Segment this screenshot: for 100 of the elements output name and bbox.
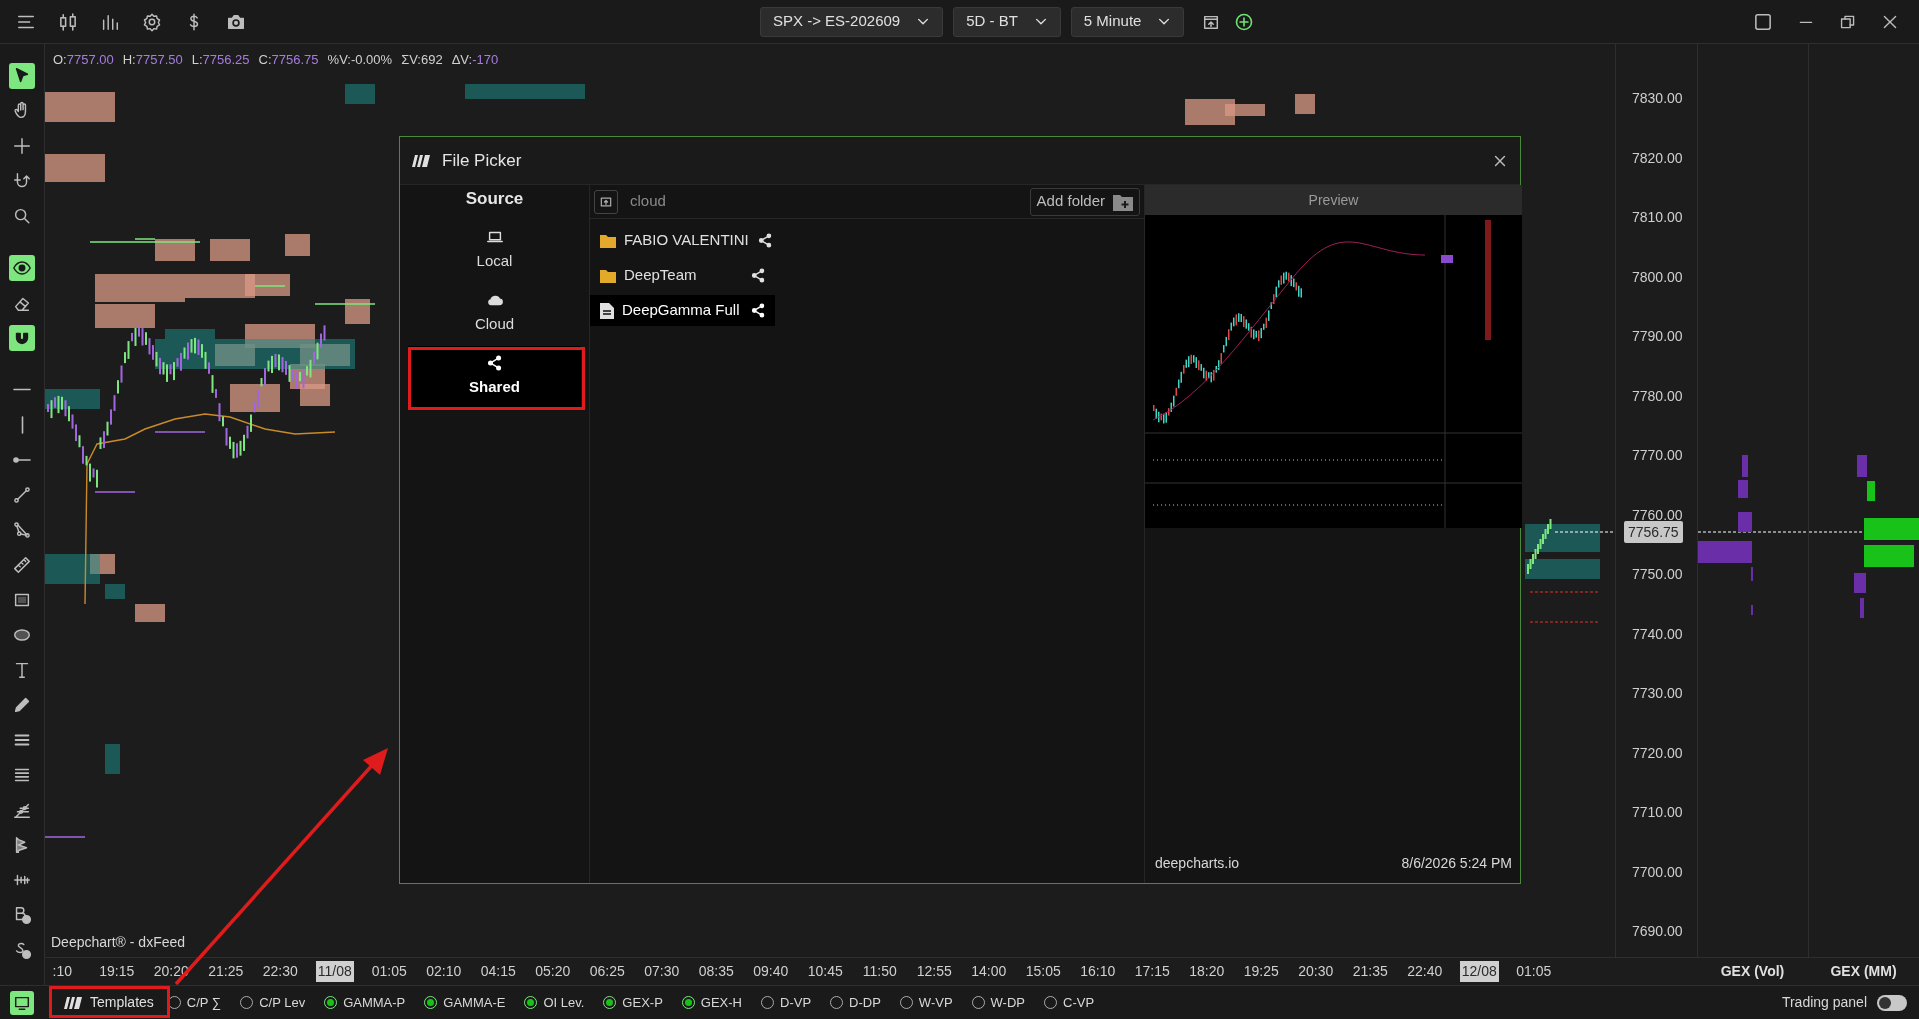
ray-icon [13, 456, 31, 463]
date-label: 12/08 [1459, 961, 1499, 982]
heatmap-cell [165, 329, 215, 339]
ruler-icon [12, 554, 32, 575]
settings-icon[interactable] [142, 11, 162, 32]
time-label: 17:15 [1134, 962, 1170, 981]
heatmap-cell [245, 324, 315, 348]
ohlc-readout: L:7756.25 [191, 51, 250, 69]
time-label: 21:35 [1352, 962, 1388, 981]
overlay-toggle[interactable]: GEX-P [603, 992, 663, 1013]
time-label: 18:20 [1189, 962, 1225, 981]
heatmap-cell [215, 344, 255, 366]
overlay-toggle[interactable]: OI Lev. [524, 992, 585, 1013]
interval-dropdown[interactable]: 5 Minute [1070, 6, 1185, 37]
ohlc-readout: O:7757.00 [53, 51, 114, 69]
horizontal-line-icon [13, 388, 31, 391]
overlay-toggle[interactable]: W-VP [899, 992, 953, 1013]
site-label: deepcharts.io [1155, 853, 1240, 873]
time-label: 01:05 [1516, 962, 1552, 981]
time-label: 05:20 [535, 962, 571, 981]
heatmap-cell [45, 389, 100, 409]
overlay-toggle[interactable]: GAMMA-P [324, 992, 406, 1013]
heatmap-cell [135, 604, 165, 622]
trading-panel-switch[interactable] [1877, 994, 1907, 1011]
overlay-toggle[interactable]: D-VP [761, 992, 812, 1013]
logo-icon [412, 154, 430, 167]
time-label: 15:05 [1025, 962, 1061, 981]
price-label: 7710.00 [1632, 803, 1683, 823]
heatmap-cell [300, 384, 330, 406]
trend-line-icon [12, 484, 32, 505]
monitor-button[interactable] [10, 990, 34, 1015]
source-label: Deepchart® - dxFeed [51, 933, 186, 952]
source-heading: Source [465, 188, 524, 210]
folder-icon [600, 233, 616, 248]
overlay-toggle[interactable]: C/P ∑ [167, 992, 222, 1013]
price-label: 7700.00 [1632, 862, 1683, 882]
price-label: 7800.00 [1632, 267, 1683, 287]
heatmap-cell [245, 274, 290, 296]
time-label: 12:55 [916, 962, 952, 981]
overlay-toggle[interactable]: C/P Lev [240, 992, 306, 1013]
overlay-toggle[interactable]: GEX-H [681, 992, 742, 1013]
time-label: 22:30 [262, 962, 298, 981]
time-label: 21:25 [208, 962, 244, 981]
upload-icon [599, 194, 613, 209]
level-lines [1529, 591, 1601, 623]
candlestick-series [1527, 519, 1552, 574]
price-label: 7740.00 [1632, 624, 1683, 644]
column-header: GEX (MM) [1830, 962, 1897, 981]
document-icon [600, 302, 614, 319]
dialog-title: File Picker [442, 149, 522, 172]
source-tab[interactable]: Local [408, 219, 581, 282]
time-label: 14:00 [971, 962, 1007, 981]
heatmap-cell [95, 304, 155, 328]
trading-panel-label: Trading panel [1781, 993, 1867, 1012]
overlay-toggle[interactable]: C-VP [1044, 992, 1095, 1013]
magnet-tool-button[interactable] [9, 324, 35, 351]
date-label: 11/08 [315, 961, 354, 982]
price-label: 7750.00 [1632, 565, 1683, 585]
time-label: 16:10 [1080, 962, 1116, 981]
source-tab[interactable]: Shared [408, 345, 581, 408]
symbol-dropdown[interactable]: SPX -> ES-202609 [760, 6, 944, 37]
folder-up-button[interactable] [594, 189, 618, 214]
file-entry[interactable]: DeepTeam [590, 260, 775, 291]
layout-icon[interactable] [1753, 11, 1773, 32]
time-label: 02:10 [426, 962, 462, 981]
price-label: 7690.00 [1632, 922, 1683, 942]
ohlc-readout: H:7757.50 [122, 51, 183, 69]
time-label: 22:40 [1407, 962, 1443, 981]
heatmap-cell [210, 239, 250, 261]
overlay-toggle[interactable]: GAMMA-E [424, 992, 506, 1013]
candlestick-icon[interactable] [58, 11, 78, 32]
source-tab[interactable]: Cloud [408, 282, 581, 345]
ohlc-readout: ΣV:692 [401, 51, 443, 69]
price-label: 7790.00 [1632, 327, 1683, 347]
vertical-line-icon [20, 415, 24, 434]
overlay-toggle[interactable]: D-DP [830, 992, 881, 1013]
time-label: 19:25 [1243, 962, 1279, 981]
overlay-toggle[interactable]: W-DP [971, 992, 1025, 1013]
current-price-label: 7756.75 [1624, 521, 1683, 543]
time-label: 10:45 [807, 962, 843, 981]
price-label: 7830.00 [1632, 89, 1683, 109]
add-icon[interactable] [1234, 11, 1255, 32]
modified-date: 8/6/2026 5:24 PM [1401, 853, 1512, 873]
file-entry[interactable]: FABIO VALENTINI [590, 225, 782, 256]
heatmap-cell [285, 234, 310, 256]
preview-header: Preview [1145, 185, 1522, 215]
heatmap-cell [345, 84, 375, 104]
time-label: 06:25 [589, 962, 625, 981]
time-label: 11:50 [862, 962, 897, 981]
file-entry[interactable]: DeepGamma Full [590, 295, 775, 326]
cursor-tool-button[interactable] [9, 62, 35, 89]
heatmap-cell [1225, 104, 1265, 116]
ohlc-readout: %V:-0.00% [327, 51, 393, 69]
eye-tool-button[interactable] [9, 254, 35, 281]
price-label: 7780.00 [1632, 386, 1683, 406]
column-header: GEX (Vol) [1720, 962, 1785, 981]
heatmap-cell [45, 154, 105, 182]
templates-button[interactable]: Templates [56, 988, 162, 1017]
add-folder-button[interactable]: Add folder [1029, 187, 1140, 216]
range-dropdown[interactable]: 5D - BT [953, 6, 1061, 37]
